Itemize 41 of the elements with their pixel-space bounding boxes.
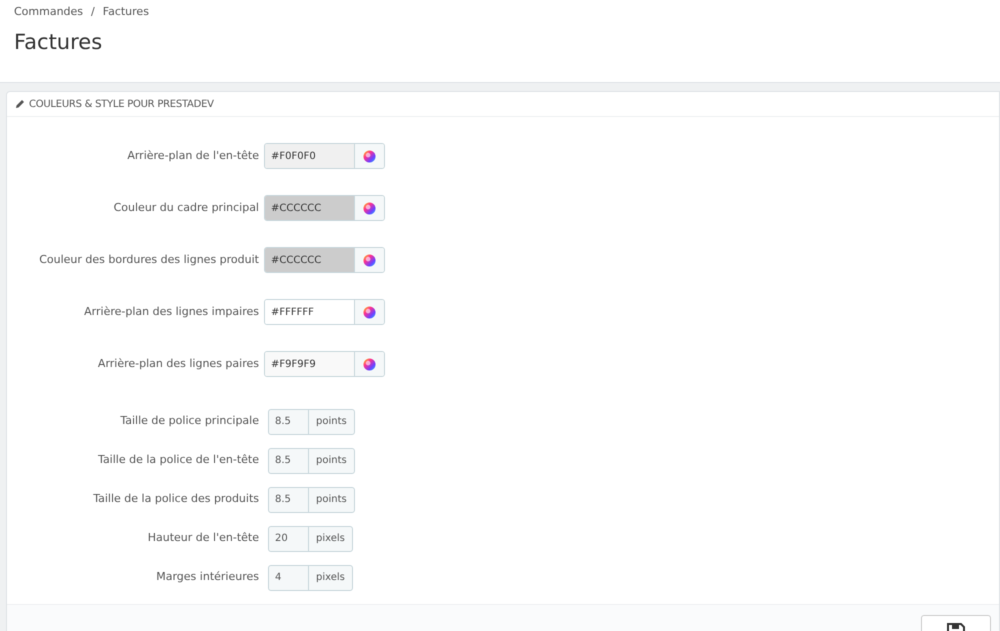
color-picker-button[interactable] bbox=[355, 144, 384, 168]
number-input[interactable]: 4 bbox=[269, 566, 309, 590]
field-label: Couleur du cadre principal bbox=[112, 200, 260, 216]
field-label: Marges intérieures bbox=[155, 569, 260, 586]
pencil-icon bbox=[15, 99, 25, 109]
color-input[interactable]: #F9F9F9 bbox=[265, 352, 355, 376]
color-picker-button[interactable] bbox=[355, 300, 384, 324]
color-wheel-icon bbox=[363, 254, 376, 266]
unit-addon: points bbox=[315, 454, 348, 468]
field-label: Arrière-plan des lignes paires bbox=[96, 356, 260, 372]
unit-addon: pixels bbox=[315, 532, 346, 546]
field-label: Taille de la police de l'en-tête bbox=[97, 452, 260, 468]
unit-addon: pixels bbox=[315, 571, 346, 585]
breadcrumb-separator: / bbox=[91, 4, 95, 20]
number-input[interactable]: 8.5 bbox=[269, 448, 309, 472]
color-picker-button[interactable] bbox=[355, 248, 384, 272]
panel-title: COULEURS & STYLE POUR PRESTADEV bbox=[29, 98, 214, 112]
color-input[interactable]: #CCCCCC bbox=[265, 196, 355, 220]
unit-addon: points bbox=[315, 493, 348, 507]
color-wheel-icon bbox=[363, 202, 376, 214]
color-wheel-icon bbox=[363, 358, 376, 370]
color-picker-button[interactable] bbox=[355, 196, 384, 220]
color-input[interactable]: #CCCCCC bbox=[265, 248, 355, 272]
unit-addon: points bbox=[315, 415, 348, 429]
number-input[interactable]: 8.5 bbox=[269, 410, 309, 434]
color-wheel-icon bbox=[363, 150, 376, 162]
page-title: Factures bbox=[14, 28, 104, 56]
number-input[interactable]: 8.5 bbox=[269, 488, 309, 512]
field-label: Taille de police principale bbox=[119, 413, 260, 430]
field-label: Hauteur de l'en-tête bbox=[146, 530, 260, 546]
breadcrumb-link[interactable]: Commandes bbox=[14, 4, 84, 20]
field-label: Arrière-plan de l'en-tête bbox=[126, 148, 260, 164]
field-label: Taille de la police des produits bbox=[92, 491, 260, 508]
color-input[interactable]: #F0F0F0 bbox=[265, 144, 355, 168]
color-picker-button[interactable] bbox=[355, 352, 384, 376]
field-label: Couleur des bordures des lignes produit bbox=[38, 252, 260, 268]
color-wheel-icon bbox=[363, 306, 376, 318]
breadcrumb-link[interactable]: Factures bbox=[102, 4, 149, 20]
color-input[interactable]: #FFFFFF bbox=[265, 300, 355, 324]
number-input[interactable]: 20 bbox=[269, 526, 309, 550]
field-label: Arrière-plan des lignes impaires bbox=[83, 304, 260, 320]
